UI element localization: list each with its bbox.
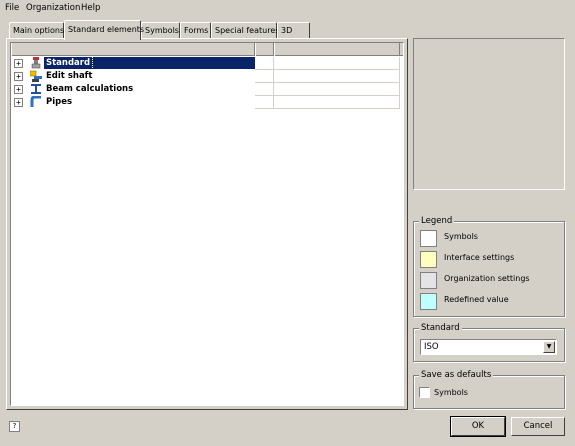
legend-swatch-interface (420, 251, 437, 268)
pipes-icon (30, 96, 41, 107)
legend-label-symbols: Symbols (444, 232, 478, 241)
menu-help[interactable]: Help (81, 3, 100, 13)
menu-file[interactable]: File (5, 3, 19, 13)
header-column-value[interactable] (274, 43, 400, 56)
expand-icon[interactable]: + (14, 85, 23, 94)
tree-cell-value[interactable] (274, 57, 400, 70)
standard-select-value: ISO (424, 342, 439, 352)
tab-symbols[interactable]: Symbols (141, 22, 180, 39)
expand-icon[interactable]: + (14, 72, 23, 81)
tab-special-features[interactable]: Special features (211, 22, 279, 39)
chevron-down-icon[interactable]: ▼ (543, 341, 555, 353)
legend-label-interface: Interface settings (444, 253, 515, 262)
preview-area (413, 38, 565, 190)
legend-swatch-organization (420, 272, 437, 289)
tab-standard-elements[interactable]: Standard elements (64, 20, 144, 40)
tree-cell-flag[interactable] (255, 70, 274, 83)
symbols-checkbox[interactable] (419, 387, 430, 398)
legend-swatch-redefined (420, 293, 437, 310)
tree-row-pipes[interactable]: + Pipes (11, 96, 403, 109)
tree-row-edit-shaft[interactable]: + Edit shaft (11, 70, 403, 83)
tree-node-label: Beam calculations (46, 84, 134, 94)
standard-icon (31, 57, 41, 69)
tab-forms[interactable]: Forms (180, 22, 211, 39)
legend-label-organization: Organization settings (444, 274, 530, 283)
expand-icon[interactable]: + (14, 59, 23, 68)
menu-organization[interactable]: Organization (26, 3, 80, 13)
tree-header (11, 43, 403, 56)
ok-button[interactable]: OK (450, 416, 506, 437)
menu-bar: File Organization Help (0, 0, 575, 16)
legend-title: Legend (419, 216, 455, 226)
header-column-flag[interactable] (255, 43, 274, 56)
tree-row-beam-calculations[interactable]: + Beam calculations (11, 83, 403, 96)
header-column-name[interactable] (11, 43, 255, 56)
legend-label-redefined: Redefined value (444, 295, 509, 304)
tree-row-standard[interactable]: + Standard (11, 56, 403, 70)
tree-cell-flag[interactable] (255, 57, 274, 70)
tree-cell-flag[interactable] (255, 83, 274, 96)
beam-icon (31, 84, 41, 94)
legend-group: Legend Symbols Interface settings Organi… (413, 216, 565, 317)
tree-node-label: Edit shaft (46, 71, 93, 81)
standard-select[interactable]: ISO ▼ (420, 339, 557, 355)
symbols-checkbox-label: Symbols (434, 388, 468, 397)
tree-cell-flag[interactable] (255, 96, 274, 109)
tree-cell-value[interactable] (274, 96, 400, 109)
edit-shaft-icon (30, 70, 42, 82)
tree-cell-value[interactable] (274, 70, 400, 83)
cancel-button[interactable]: Cancel (511, 417, 565, 436)
expand-icon[interactable]: + (14, 98, 23, 107)
standard-title: Standard (419, 323, 462, 333)
tree-cell-value[interactable] (274, 83, 400, 96)
legend-swatch-symbols (420, 230, 437, 247)
tab-3d[interactable]: 3D (277, 22, 310, 39)
tree-node-label: Standard (42, 56, 94, 70)
tab-main-options[interactable]: Main options (9, 22, 64, 39)
tree-node-label: Pipes (46, 97, 73, 107)
tree-view[interactable]: + Standard + Edit shaft + Beam calculati… (10, 42, 404, 406)
save-defaults-title: Save as defaults (419, 370, 494, 380)
help-icon[interactable]: ? (9, 421, 20, 432)
